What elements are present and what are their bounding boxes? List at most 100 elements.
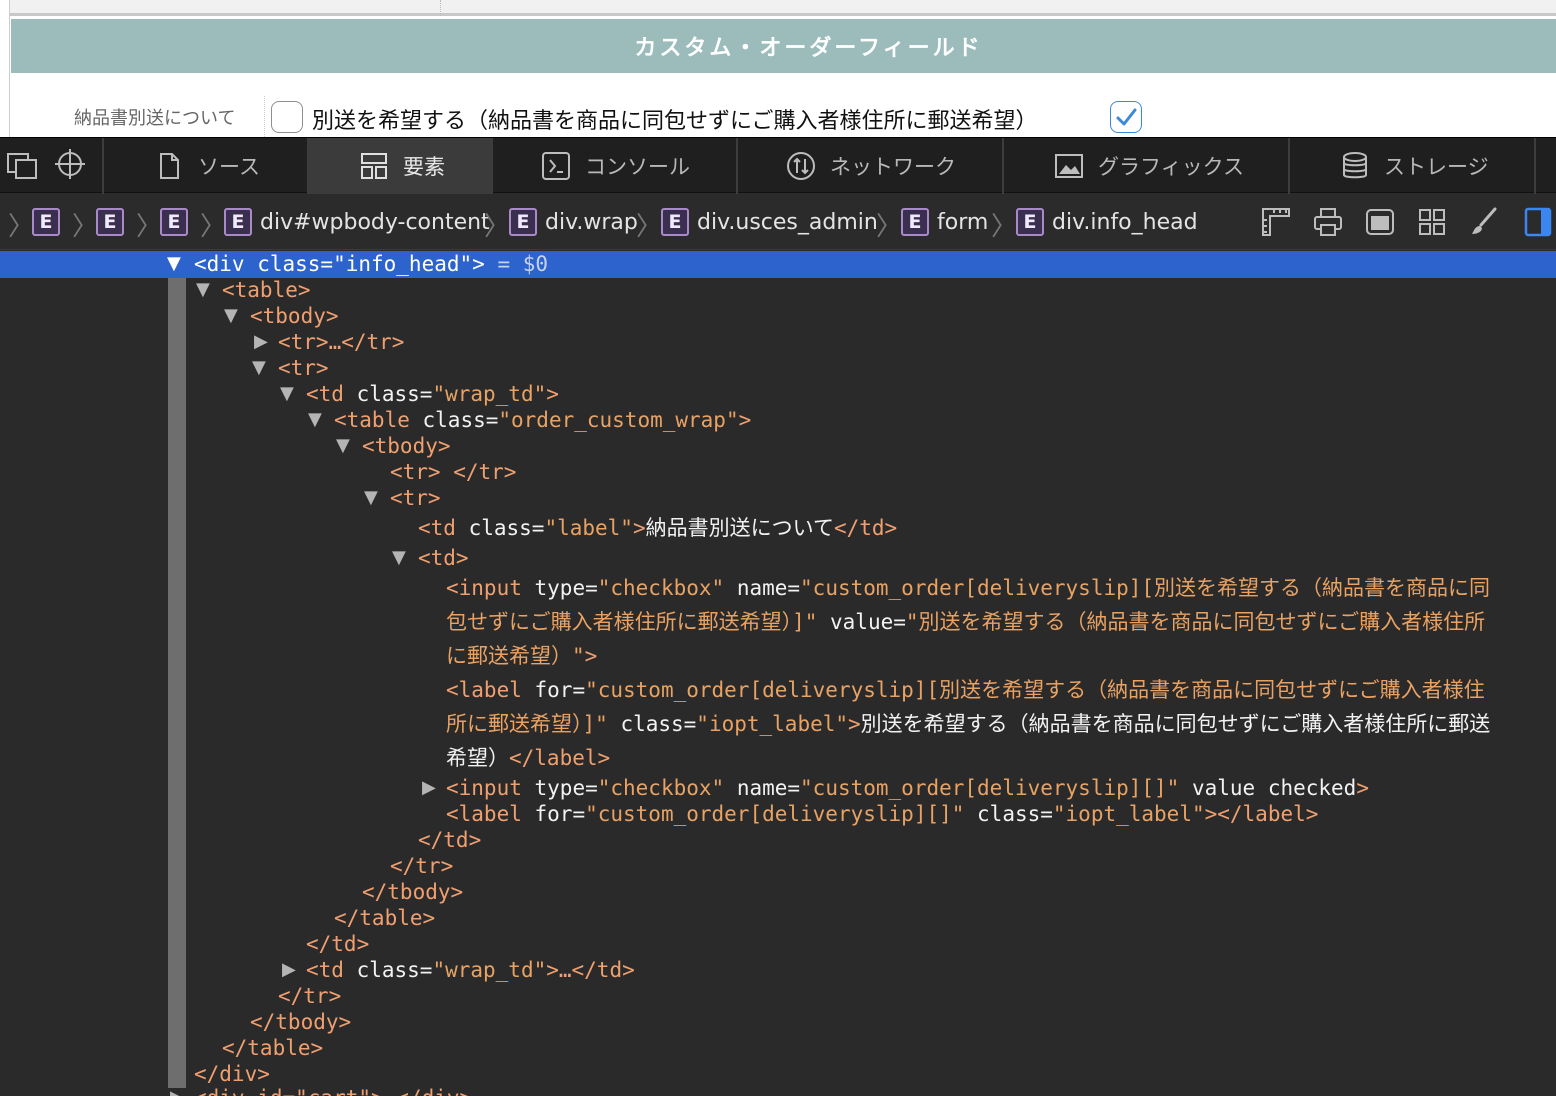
tree-node-tag: <tr>: [390, 486, 441, 510]
tab-console[interactable]: コンソール: [493, 138, 736, 194]
tree-row-wrap[interactable]: 希望）</label>: [446, 745, 610, 771]
breadcrumb-label: div#wpbody-content: [260, 209, 490, 235]
tree-row[interactable]: </table>: [222, 1035, 323, 1061]
breadcrumb-item[interactable]: E: [160, 207, 196, 237]
disclosure-triangle-icon[interactable]: ▶: [422, 775, 436, 801]
option-label[interactable]: 別送を希望する（納品書を商品に同包せずにご購入者様住所に郵送希望）: [312, 103, 1038, 135]
tree-row[interactable]: </tbody>: [250, 1009, 351, 1035]
attr-value: "checkbox": [597, 576, 737, 600]
crosshair-icon[interactable]: [52, 146, 88, 182]
tree-row[interactable]: <input type="checkbox" name="custom_orde…: [446, 775, 1369, 801]
tree-row[interactable]: <tbody>: [250, 303, 339, 329]
disclosure-triangle-icon[interactable]: ▶: [282, 957, 296, 983]
attr-value: "checkbox": [597, 776, 737, 800]
tree-row-wrap[interactable]: 所に郵送希望）]" class="iopt_label">別送を希望する（納品書…: [446, 711, 1490, 737]
disclosure-triangle-icon[interactable]: ▶: [254, 329, 268, 355]
brush-icon[interactable]: [1468, 206, 1500, 238]
tree-node-tag: </tr>: [390, 854, 454, 878]
tree-node-tag: </table>: [334, 906, 436, 930]
tab-graphics[interactable]: グラフィックス: [1004, 138, 1288, 194]
tab-storage[interactable]: ストレージ: [1290, 138, 1534, 194]
tree-row[interactable]: <tr>…</tr>: [278, 329, 404, 355]
disclosure-triangle-icon[interactable]: ▼: [224, 303, 238, 329]
tree-node-tag: </label>: [509, 746, 611, 770]
sidebar-toggle-icon[interactable]: [1522, 206, 1554, 238]
tree-row[interactable]: <div id="cart">…</div>: [194, 1085, 472, 1096]
print-icon[interactable]: [1312, 206, 1344, 238]
tree-row[interactable]: <tr>: [390, 485, 441, 511]
tree-row[interactable]: <tr> </tr>: [390, 459, 516, 485]
tree-row[interactable]: </tr>: [278, 983, 341, 1009]
element-badge: E: [1016, 208, 1044, 236]
tree-row[interactable]: <label for="custom_order[deliveryslip][別…: [446, 677, 1485, 703]
tab-elements[interactable]: 要素: [309, 138, 491, 194]
tree-row-wrap[interactable]: に郵送希望）">: [446, 643, 597, 669]
tree-node-tag: </td>: [418, 828, 482, 852]
disclosure-triangle-icon[interactable]: ▼: [392, 545, 406, 571]
attr-value: "custom_order[deliveryslip][別送を希望する（納品書を…: [800, 576, 1491, 600]
tab-sources[interactable]: ソース: [104, 138, 307, 194]
disclosure-triangle-icon[interactable]: ▼: [196, 277, 210, 303]
breadcrumb-label: form: [937, 209, 989, 235]
disclosure-triangle-icon[interactable]: ▼: [252, 355, 266, 381]
tree-node-tag: </tbody>: [362, 880, 464, 904]
tree-node-tag: <tr>…</tr>: [278, 330, 405, 354]
tree-row[interactable]: <input type="checkbox" name="custom_orde…: [446, 575, 1490, 601]
tree-row[interactable]: </tr>: [390, 853, 453, 879]
disclosure-triangle-icon[interactable]: ▼: [308, 407, 322, 433]
screenshot-icon[interactable]: [1364, 206, 1396, 238]
checked-checkbox[interactable]: [1110, 101, 1142, 133]
attr-value: "iopt_label": [696, 712, 849, 736]
ruler-icon[interactable]: [1260, 206, 1292, 238]
tree-row-wrap[interactable]: 包せずにご購入者様住所に郵送希望）]" value="別送を希望する（納品書を商…: [446, 609, 1485, 635]
tree-row[interactable]: <tr>: [278, 355, 329, 381]
tree-node-tag: <tr> </tr>: [390, 460, 517, 484]
disclosure-triangle-icon[interactable]: ▶: [170, 1085, 184, 1096]
page-preview: カスタム・オーダーフィールド 納品書別送について 別送を希望する（納品書を商品に…: [0, 0, 1556, 137]
attr-value: "iopt_label": [1052, 802, 1205, 826]
disclosure-triangle-icon[interactable]: ▼: [167, 251, 181, 277]
text-node: 納品書別送について: [645, 516, 834, 540]
dock-toggle-icon[interactable]: [4, 146, 40, 182]
breadcrumb: 〉 E 〉 E 〉 E 〉 E div#wpbody-content 〉 E d…: [0, 194, 1556, 250]
tree-row[interactable]: <td class="wrap_td">…</td>: [306, 957, 635, 983]
attr-name: class=: [356, 958, 433, 982]
tree-row[interactable]: </td>: [418, 827, 481, 853]
disclosure-triangle-icon[interactable]: ▼: [364, 485, 378, 511]
breadcrumb-item[interactable]: E div.info_head: [1016, 207, 1198, 237]
attr-name: type=: [534, 576, 598, 600]
breadcrumb-item[interactable]: E div.usces_admin: [661, 207, 878, 237]
chevron-right-icon: 〉: [876, 212, 903, 242]
tree-row-selected[interactable]: <div class="info_head"> = $0: [194, 251, 548, 277]
chevron-right-icon: 〉: [72, 212, 99, 242]
tree-row[interactable]: <td class="label">納品書別送について</td>: [418, 515, 897, 541]
disclosure-triangle-icon[interactable]: ▼: [336, 433, 350, 459]
attr-value: "別送を希望する（納品書を商品に同包せずにご購入者様住所: [905, 610, 1486, 634]
tree-row[interactable]: </div>: [194, 1061, 270, 1087]
tree-row[interactable]: </table>: [334, 905, 435, 931]
attr-value: 包せずにご購入者様住所に郵送希望）]": [446, 610, 831, 634]
tree-row[interactable]: <td>: [418, 545, 469, 571]
tree-row[interactable]: <table class="order_custom_wrap">: [334, 407, 751, 433]
breadcrumb-item[interactable]: E div#wpbody-content: [224, 207, 490, 237]
breadcrumb-item[interactable]: E div.wrap: [509, 207, 638, 237]
element-badge: E: [96, 208, 124, 236]
breadcrumb-item[interactable]: E: [96, 207, 132, 237]
grid-layout-icon[interactable]: [1416, 206, 1448, 238]
tree-row[interactable]: <label for="custom_order[deliveryslip][]…: [446, 801, 1318, 827]
breadcrumb-item[interactable]: E: [32, 207, 68, 237]
option-checkbox[interactable]: [271, 101, 303, 133]
tab-network[interactable]: ネットワーク: [738, 138, 1002, 194]
chevron-right-icon: 〉: [484, 212, 511, 242]
tree-row[interactable]: </tbody>: [362, 879, 463, 905]
tree-node-tag: <tbody>: [362, 434, 451, 458]
breadcrumb-item[interactable]: E form: [901, 207, 988, 237]
layout-icon: [361, 153, 387, 179]
disclosure-triangle-icon[interactable]: ▼: [280, 381, 294, 407]
tree-row[interactable]: <td class="wrap_td">: [306, 381, 559, 407]
tree-row[interactable]: </td>: [306, 931, 369, 957]
tree-row[interactable]: <tbody>: [362, 433, 451, 459]
breadcrumb-label: div.usces_admin: [697, 209, 878, 235]
tree-row[interactable]: <table>: [222, 277, 311, 303]
document-icon: [160, 153, 179, 179]
